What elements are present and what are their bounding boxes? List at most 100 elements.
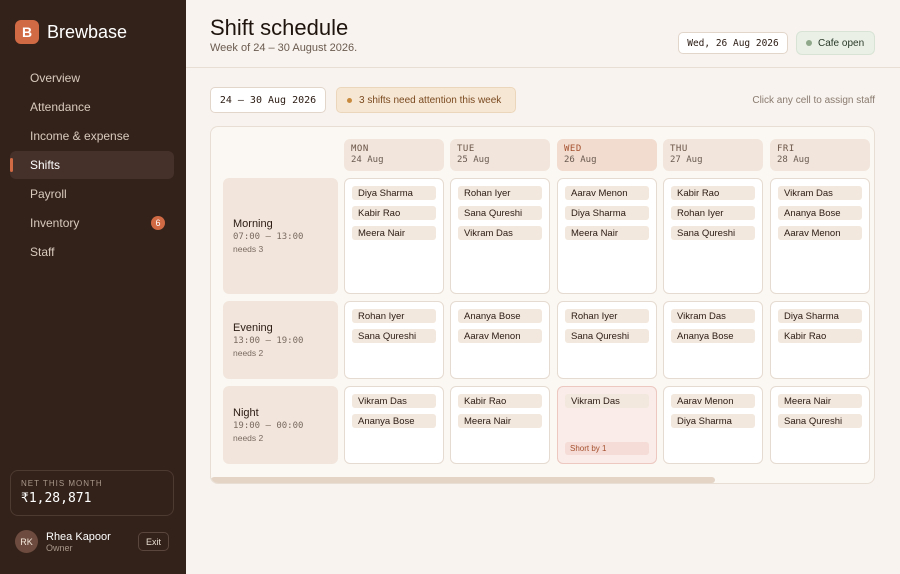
user-role: Owner (46, 543, 73, 553)
exit-button[interactable]: Exit (138, 532, 169, 551)
assign-hint: Click any cell to assign staff (752, 95, 875, 106)
schedule-cell[interactable]: Vikram Das Ananya Bose Aarav Menon (770, 178, 870, 294)
staff-chip[interactable]: Kabir Rao (778, 329, 862, 343)
schedule-cell[interactable]: Kabir Rao Meera Nair (450, 386, 550, 464)
staff-chip[interactable]: Rohan Iyer (458, 186, 542, 200)
staff-chip[interactable]: Sana Qureshi (458, 206, 542, 220)
staff-chip[interactable]: Kabir Rao (458, 394, 542, 408)
sidebar-item-label: Income & expense (30, 129, 130, 143)
schedule-cell[interactable]: Kabir Rao Rohan Iyer Sana Qureshi (663, 178, 763, 294)
shift-label-night: Night 19:00 – 00:00 needs 2 (223, 386, 338, 464)
day-header-fri: FRI 28 Aug (770, 139, 870, 171)
staff-chip[interactable]: Ananya Bose (671, 329, 755, 343)
sidebar-item-income-expense[interactable]: Income & expense (10, 122, 174, 150)
staff-chip[interactable]: Meera Nair (458, 414, 542, 428)
staff-chip[interactable]: Diya Sharma (778, 309, 862, 323)
staff-chip[interactable]: Sana Qureshi (565, 329, 649, 343)
week-picker[interactable]: 24 – 30 Aug 2026 (210, 87, 326, 113)
sidebar: B Brewbase Overview Attendance Income & … (0, 0, 186, 574)
staff-chip[interactable]: Meera Nair (778, 394, 862, 408)
page-title: Shift schedule (210, 15, 349, 40)
staff-chip[interactable]: Meera Nair (352, 226, 436, 240)
day-name: THU (670, 144, 688, 154)
sidebar-item-label: Inventory (30, 216, 80, 230)
sidebar-item-staff[interactable]: Staff (10, 238, 174, 266)
staff-chip[interactable]: Diya Sharma (565, 206, 649, 220)
brand: B Brewbase (15, 20, 127, 44)
shift-time: 13:00 – 19:00 (233, 336, 304, 346)
shift-time: 07:00 – 13:00 (233, 232, 304, 242)
staff-chip[interactable]: Meera Nair (565, 226, 649, 240)
sidebar-item-label: Attendance (30, 100, 91, 114)
schedule-cell[interactable]: Rohan Iyer Sana Qureshi (557, 301, 657, 379)
schedule-cell[interactable]: Meera Nair Sana Qureshi (770, 386, 870, 464)
sidebar-item-label: Shifts (30, 158, 61, 172)
sidebar-item-shifts[interactable]: Shifts (10, 151, 174, 179)
staff-chip[interactable]: Aarav Menon (671, 394, 755, 408)
net-value: ₹1,28,871 (21, 491, 92, 506)
day-header-thu: THU 27 Aug (663, 139, 763, 171)
staff-chip[interactable]: Vikram Das (352, 394, 436, 408)
staff-chip[interactable]: Vikram Das (671, 309, 755, 323)
attention-banner[interactable]: 3 shifts need attention this week (336, 87, 516, 113)
day-name: MON (351, 144, 369, 154)
staff-chip[interactable]: Vikram Das (565, 394, 649, 408)
staff-chip[interactable]: Sana Qureshi (671, 226, 755, 240)
staff-chip[interactable]: Diya Sharma (671, 414, 755, 428)
sidebar-item-label: Payroll (30, 187, 67, 201)
sidebar-item-payroll[interactable]: Payroll (10, 180, 174, 208)
sidebar-item-overview[interactable]: Overview (10, 64, 174, 92)
staff-chip[interactable]: Rohan Iyer (671, 206, 755, 220)
staff-chip[interactable]: Vikram Das (778, 186, 862, 200)
sidebar-item-attendance[interactable]: Attendance (10, 93, 174, 121)
schedule-cell[interactable]: Vikram Das Ananya Bose (663, 301, 763, 379)
shift-name: Night (233, 407, 259, 419)
status-dot-icon (806, 40, 812, 46)
net-label: NET THIS MONTH (21, 479, 103, 488)
schedule-cell[interactable]: Aarav Menon Diya Sharma (663, 386, 763, 464)
schedule-cell[interactable]: Rohan Iyer Sana Qureshi (344, 301, 444, 379)
day-date: 24 Aug (351, 155, 384, 165)
day-date: 25 Aug (457, 155, 490, 165)
schedule-cell[interactable]: Vikram Das Short by 1 (557, 386, 657, 464)
day-name: WED (564, 144, 582, 154)
current-date: Wed, 26 Aug 2026 (678, 32, 788, 54)
sidebar-nav: Overview Attendance Income & expense Shi… (10, 64, 174, 267)
staff-chip[interactable]: Rohan Iyer (352, 309, 436, 323)
shift-name: Evening (233, 322, 273, 334)
staff-chip[interactable]: Ananya Bose (458, 309, 542, 323)
day-header-tue: TUE 25 Aug (450, 139, 550, 171)
staff-chip[interactable]: Aarav Menon (565, 186, 649, 200)
schedule-cell[interactable]: Ananya Bose Aarav Menon (450, 301, 550, 379)
schedule-cell[interactable]: Diya Sharma Kabir Rao (770, 301, 870, 379)
staff-chip[interactable]: Sana Qureshi (778, 414, 862, 428)
shift-label-morning: Morning 07:00 – 13:00 needs 3 (223, 178, 338, 294)
schedule-cell[interactable]: Diya Sharma Kabir Rao Meera Nair (344, 178, 444, 294)
day-date: 26 Aug (564, 155, 597, 165)
staff-chip[interactable]: Vikram Das (458, 226, 542, 240)
day-date: 28 Aug (777, 155, 810, 165)
staff-chip[interactable]: Aarav Menon (778, 226, 862, 240)
attention-text: 3 shifts need attention this week (359, 94, 502, 106)
shift-name: Morning (233, 218, 273, 230)
staff-chip[interactable]: Diya Sharma (352, 186, 436, 200)
staff-chip[interactable]: Ananya Bose (778, 206, 862, 220)
sidebar-item-inventory[interactable]: Inventory 6 (10, 209, 174, 237)
staff-chip[interactable]: Rohan Iyer (565, 309, 649, 323)
brand-name: Brewbase (47, 21, 128, 42)
staff-chip[interactable]: Sana Qureshi (352, 329, 436, 343)
day-name: FRI (777, 144, 795, 154)
staff-chip[interactable]: Kabir Rao (671, 186, 755, 200)
staff-chip[interactable]: Kabir Rao (352, 206, 436, 220)
schedule-cell[interactable]: Rohan Iyer Sana Qureshi Vikram Das (450, 178, 550, 294)
status-label: Cafe open (818, 37, 865, 49)
brand-logo: B (15, 20, 39, 44)
staff-chip[interactable]: Aarav Menon (458, 329, 542, 343)
inventory-count-badge: 6 (151, 216, 165, 230)
shift-needs: needs 2 (233, 348, 264, 358)
horizontal-scrollbar[interactable] (211, 477, 715, 483)
schedule-cell[interactable]: Vikram Das Ananya Bose (344, 386, 444, 464)
avatar[interactable]: RK (15, 530, 38, 553)
schedule-cell[interactable]: Aarav Menon Diya Sharma Meera Nair (557, 178, 657, 294)
staff-chip[interactable]: Ananya Bose (352, 414, 436, 428)
